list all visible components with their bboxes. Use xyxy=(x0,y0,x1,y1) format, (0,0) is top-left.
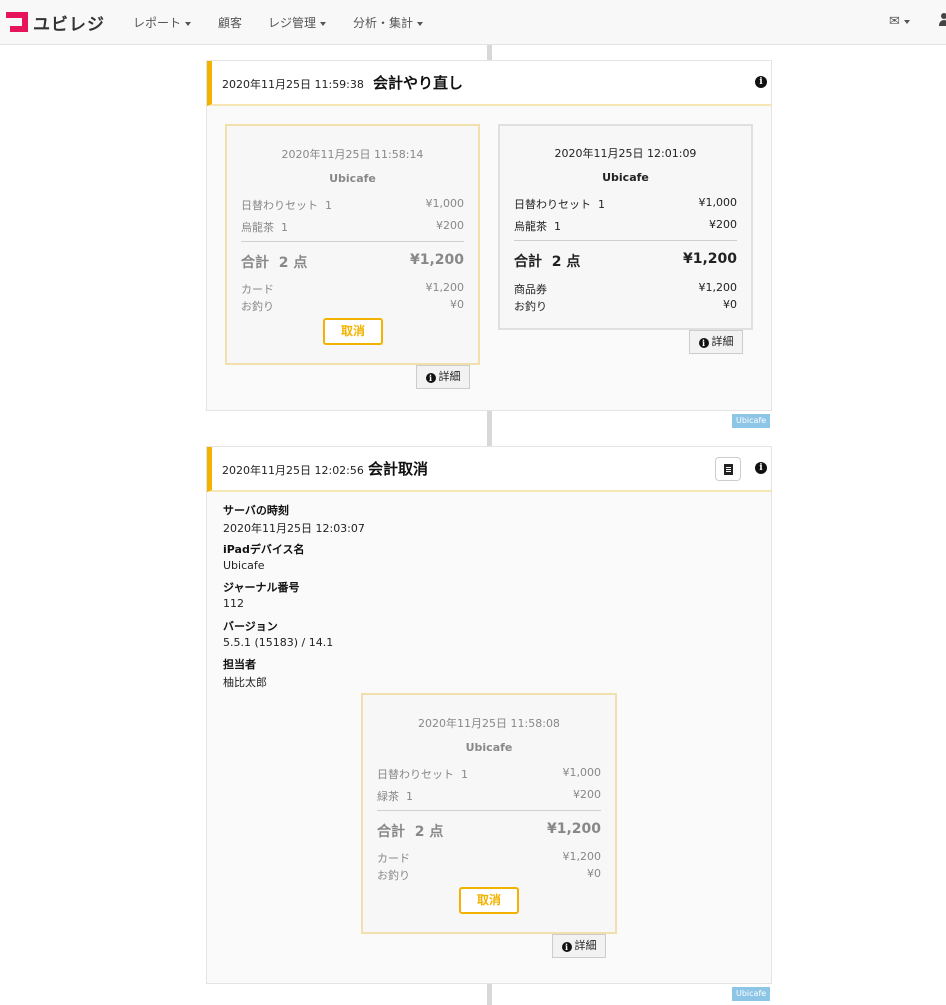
info-icon[interactable]: i xyxy=(755,76,767,88)
receipt-payment-value: ¥1,200 xyxy=(425,281,465,294)
top-navbar: ユビレジ レポート 顧客 レジ管理 分析・集計 ✉ xyxy=(0,0,946,45)
meta-value: 2020年11月25日 12:03:07 xyxy=(223,522,365,535)
meta-value: 5.5.1 (15183) / 14.1 xyxy=(223,636,334,649)
receipt-item-price: ¥200 xyxy=(436,219,464,232)
nav-menu-customers[interactable]: 顧客 xyxy=(218,14,242,31)
event-time: 2020年11月25日 11:59:38 xyxy=(222,78,364,91)
receipt-payment-label: カード xyxy=(241,283,274,296)
receipt-datetime: 2020年11月25日 11:58:14 xyxy=(281,148,424,161)
receipt-total-label: 合計 2 点 xyxy=(514,254,581,270)
meta-label: 担当者 xyxy=(223,658,256,671)
receipt-item-name: 日替わりセット 1 xyxy=(514,198,605,211)
cancelled-stamp: 取消 xyxy=(323,318,383,345)
meta-label: ジャーナル番号 xyxy=(223,581,300,594)
timeline-connector xyxy=(487,410,492,446)
event-title: 会計やり直し xyxy=(373,74,464,92)
receipt-divider xyxy=(514,240,737,241)
receipt-item-price: ¥1,000 xyxy=(698,196,738,209)
receipt-change-value: ¥0 xyxy=(723,298,737,311)
ubiregi-logo[interactable]: ユビレジ xyxy=(6,11,105,35)
device-tag: Ubicafe xyxy=(732,414,771,428)
nav-menu-register-label: レジ管理 xyxy=(268,16,317,30)
receipt-item-name: 日替わりセット 1 xyxy=(377,768,468,781)
receipt-item-name: 烏龍茶 1 xyxy=(514,220,561,233)
event-card-cancel: 2020年11月25日 12:02:56 会計取消 i サーバの時刻 2020年… xyxy=(206,446,772,984)
receipt-payment-value: ¥1,200 xyxy=(562,850,602,863)
receipt-item-price: ¥1,000 xyxy=(562,766,602,779)
receipt-shop-name: Ubicafe xyxy=(329,172,376,185)
timeline-connector xyxy=(487,984,492,1005)
caret-down-icon xyxy=(417,21,424,26)
receipt-item-price: ¥200 xyxy=(573,788,601,801)
detail-button[interactable]: i 詳細 xyxy=(416,365,470,389)
receipt-item-name: 緑茶 1 xyxy=(377,790,413,803)
nav-menu-register-management[interactable]: レジ管理 xyxy=(268,14,327,31)
receipt-total-value: ¥1,200 xyxy=(409,252,464,268)
logo-text: ユビレジ xyxy=(33,14,105,35)
nav-menu-report[interactable]: レポート xyxy=(133,14,192,31)
nav-menu-report-label: レポート xyxy=(133,16,182,30)
receipt-cancelled: 2020年11月25日 11:58:14 Ubicafe 日替わりセット 1 ¥… xyxy=(225,124,480,365)
logo-mark-icon xyxy=(6,12,28,32)
receipt-change-label: お釣り xyxy=(514,300,547,313)
meta-label: バージョン xyxy=(223,620,278,633)
info-icon: i xyxy=(425,373,436,383)
info-icon[interactable]: i xyxy=(755,462,767,474)
user-icon[interactable] xyxy=(939,12,946,28)
receipt-item-name: 日替わりセット 1 xyxy=(241,199,332,212)
event-card-redo: 2020年11月25日 11:59:38 会計やり直し i 2020年11月25… xyxy=(206,60,772,411)
receipt-item-price: ¥1,000 xyxy=(425,197,465,210)
receipt-datetime: 2020年11月25日 11:58:08 xyxy=(418,717,560,730)
receipt-payment-label: カード xyxy=(377,852,410,865)
receipt-divider xyxy=(377,810,601,811)
event-time: 2020年11月25日 12:02:56 xyxy=(222,464,364,477)
nav-menu-analytics[interactable]: 分析・集計 xyxy=(353,14,424,31)
device-tag: Ubicafe xyxy=(732,987,771,1001)
print-receipt-button[interactable] xyxy=(715,457,741,481)
receipt-change-value: ¥0 xyxy=(587,867,601,880)
meta-value: 112 xyxy=(223,597,244,610)
receipt-change-label: お釣り xyxy=(377,869,410,882)
receipt-shop-name: Ubicafe xyxy=(602,171,649,184)
receipt-shop-name: Ubicafe xyxy=(465,741,513,754)
detail-button[interactable]: i 詳細 xyxy=(552,934,606,958)
meta-label: サーバの時刻 xyxy=(223,504,289,517)
receipt-change-value: ¥0 xyxy=(450,298,464,311)
info-icon: i xyxy=(561,942,572,952)
receipt-total-label: 合計 2 点 xyxy=(377,824,444,840)
receipt-total-value: ¥1,200 xyxy=(546,821,601,837)
receipt-payment-label: 商品券 xyxy=(514,283,547,296)
info-icon: i xyxy=(698,338,709,348)
receipt-icon xyxy=(724,464,733,475)
nav-menu-customers-label: 顧客 xyxy=(218,16,243,30)
detail-button[interactable]: i 詳細 xyxy=(689,330,743,354)
meta-label: iPadデバイス名 xyxy=(223,543,305,556)
receipt-item-price: ¥200 xyxy=(709,218,737,231)
caret-down-icon xyxy=(903,19,910,24)
receipt-total-value: ¥1,200 xyxy=(682,251,737,267)
mail-menu[interactable]: ✉ xyxy=(889,14,910,29)
caret-down-icon xyxy=(185,21,192,26)
receipt-item-name: 烏龍茶 1 xyxy=(241,221,288,234)
caret-down-icon xyxy=(320,21,327,26)
event-title: 会計取消 xyxy=(368,460,429,478)
event-header: 2020年11月25日 11:59:38 会計やり直し i xyxy=(207,61,771,106)
receipt-divider xyxy=(241,241,464,242)
receipt-datetime: 2020年11月25日 12:01:09 xyxy=(554,147,697,160)
cancelled-stamp: 取消 xyxy=(459,887,519,914)
mail-icon: ✉ xyxy=(889,14,900,29)
receipt-total-label: 合計 2 点 xyxy=(241,255,308,271)
event-header: 2020年11月25日 12:02:56 会計取消 i xyxy=(207,447,771,492)
receipt-new: 2020年11月25日 12:01:09 Ubicafe 日替わりセット 1 ¥… xyxy=(498,124,753,330)
meta-value: Ubicafe xyxy=(223,559,265,572)
receipt-change-label: お釣り xyxy=(241,300,274,313)
timeline-connector xyxy=(487,45,492,60)
nav-menu-analytics-label: 分析・集計 xyxy=(353,16,414,30)
meta-value: 柚比太郎 xyxy=(223,676,267,689)
receipt-payment-value: ¥1,200 xyxy=(698,281,738,294)
receipt-cancelled: 2020年11月25日 11:58:08 Ubicafe 日替わりセット 1 ¥… xyxy=(361,693,617,934)
